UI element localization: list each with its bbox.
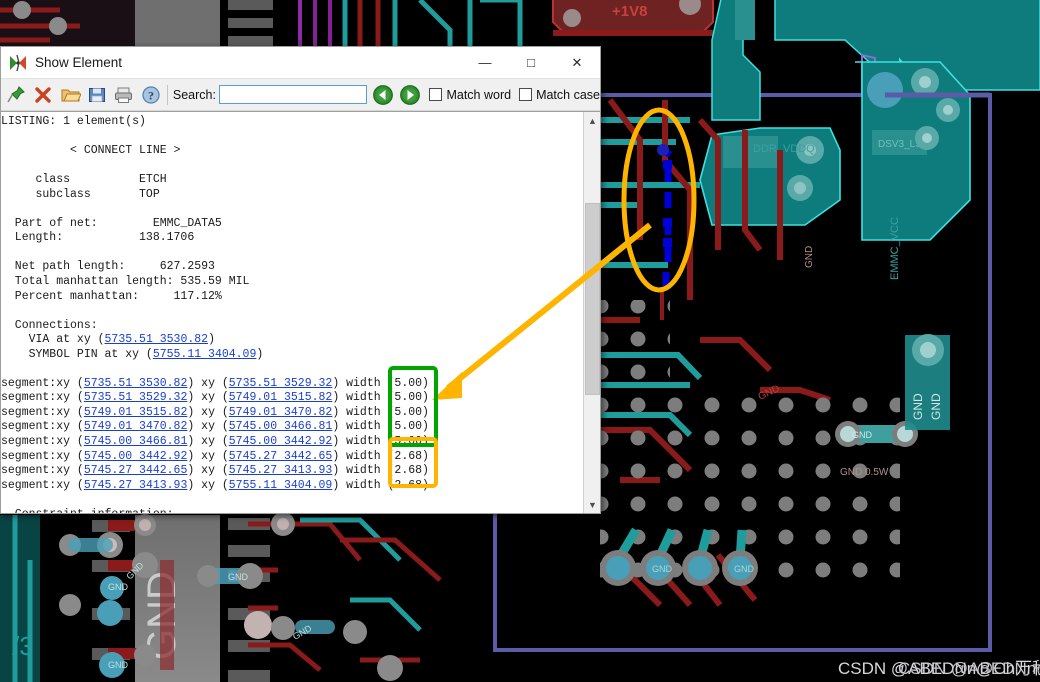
svg-text:GND 0.5W: GND 0.5W (840, 467, 889, 478)
next-match-button[interactable] (398, 82, 421, 108)
listing-line: segment:xy (5749.01 3515.82) xy (5749.01… (1, 405, 429, 419)
element-listing-text[interactable]: LISTING: 1 element(s) < CONNECT LINE > c… (1, 112, 583, 513)
listing-line: segment:xy (5735.51 3529.32) xy (5749.01… (1, 391, 429, 405)
print-icon[interactable] (110, 81, 137, 109)
scroll-up-arrow[interactable]: ▲ (584, 112, 600, 129)
dialog-content: LISTING: 1 element(s) < CONNECT LINE > c… (1, 111, 600, 513)
listing-blank-line (1, 493, 583, 508)
scroll-down-arrow[interactable]: ▼ (584, 496, 600, 513)
allegro-butterfly-icon (7, 52, 29, 74)
coordinate-link[interactable]: 5745.00 3442.92 (229, 435, 333, 448)
listing-line: Total manhattan length: 535.59 MIL (1, 275, 250, 289)
listing-line: VIA at xy (5735.51 3530.82) (1, 333, 215, 347)
search-input[interactable] (218, 85, 367, 104)
svg-text:+1V8: +1V8 (612, 3, 647, 20)
listing-line: LISTING: 1 element(s) (1, 115, 146, 128)
listing-line: Length: 138.1706 (1, 231, 195, 245)
coordinate-link[interactable]: 5745.00 3466.81 (229, 420, 333, 433)
search-label: Search: (172, 87, 216, 102)
listing-scrollbar[interactable]: ▲ ▼ (583, 112, 600, 513)
svg-text:GND: GND (108, 582, 129, 592)
match-word-label: Match word (446, 87, 512, 102)
listing-line: segment:xy (5745.00 3466.81) xy (5745.00… (1, 435, 429, 449)
coordinate-link[interactable]: 5749.01 3470.82 (229, 406, 333, 419)
coordinate-link[interactable]: 5745.00 3442.92 (84, 450, 188, 463)
coordinate-link[interactable]: 5755.11 3404.09 (229, 479, 333, 492)
svg-text:GND: GND (852, 430, 873, 440)
listing-line: segment:xy (5745.00 3442.92) xy (5745.27… (1, 449, 429, 463)
coordinate-link[interactable]: 5735.51 3530.82 (105, 333, 209, 346)
show-element-dialog[interactable]: Show Element — □ ✕ ? Search: Match word … (0, 46, 601, 514)
dialog-toolbar[interactable]: ? Search: Match word Match case (1, 79, 600, 111)
listing-line: subclass TOP (1, 187, 160, 201)
dialog-titlebar[interactable]: Show Element — □ ✕ (1, 47, 600, 79)
match-case-label: Match case (536, 87, 600, 102)
match-word-box[interactable] (429, 88, 443, 101)
dialog-title: Show Element (35, 55, 123, 70)
coordinate-link[interactable]: 5749.01 3470.82 (84, 420, 188, 433)
save-icon[interactable] (83, 81, 110, 109)
minimize-button[interactable]: — (462, 47, 508, 79)
pin-icon[interactable] (3, 81, 30, 109)
listing-line: Percent manhattan: 117.12% (1, 289, 222, 303)
open-folder-icon[interactable] (57, 81, 84, 109)
listing-line: Net path length: 627.2593 (1, 260, 215, 274)
listing-line: SYMBOL PIN at xy (5755.11 3404.09) (1, 347, 264, 361)
listing-line: Part of net: EMMC_DATA5 (1, 216, 222, 230)
watermark-text-overlay: CSDN @ABEDNn@Ch万程 (898, 659, 1040, 678)
listing-blank-line (1, 246, 583, 261)
close-button[interactable]: ✕ (554, 47, 600, 79)
svg-text:GND: GND (804, 246, 815, 268)
listing-line: segment:xy (5749.01 3470.82) xy (5745.00… (1, 420, 429, 434)
svg-text:GND: GND (228, 572, 249, 582)
svg-text:GND: GND (929, 393, 943, 420)
listing-line: class ETCH (1, 173, 167, 187)
listing-blank-line (1, 159, 583, 174)
coordinate-link[interactable]: 5745.27 3413.93 (84, 479, 188, 492)
listing-line: Connections: (1, 318, 98, 332)
listing-line: < CONNECT LINE > (1, 144, 181, 158)
listing-blank-line (1, 304, 583, 319)
listing-line: segment:xy (5735.51 3530.82) xy (5735.51… (1, 376, 429, 390)
delete-icon[interactable] (30, 81, 57, 109)
svg-text:GND: GND (734, 564, 755, 574)
svg-text:DDR_VDDQ: DDR_VDDQ (753, 143, 815, 155)
match-case-checkbox[interactable]: Match case (519, 88, 600, 102)
svg-text:GND: GND (108, 660, 129, 670)
coordinate-link[interactable]: 5745.00 3466.81 (84, 435, 188, 448)
coordinate-link[interactable]: 5745.27 3442.65 (229, 450, 333, 463)
listing-line: segment:xy (5745.27 3442.65) xy (5745.27… (1, 464, 429, 478)
toolbar-separator (166, 84, 168, 105)
coordinate-link[interactable]: 5745.27 3413.93 (229, 464, 333, 477)
coordinate-link[interactable]: 5745.27 3442.65 (84, 464, 188, 477)
svg-text:EMMC_VCC: EMMC_VCC (889, 217, 901, 280)
listing-blank-line (1, 362, 583, 377)
coordinate-link[interactable]: 5755.11 3404.09 (153, 348, 257, 361)
svg-text:GND: GND (652, 564, 673, 574)
listing-blank-line (1, 130, 583, 145)
maximize-button[interactable]: □ (508, 47, 554, 79)
coordinate-link[interactable]: 5749.01 3515.82 (84, 406, 188, 419)
svg-text:?: ? (148, 88, 154, 102)
help-icon[interactable]: ? (137, 81, 164, 109)
listing-blank-line (1, 202, 583, 217)
coordinate-link[interactable]: 5735.51 3529.32 (229, 377, 333, 390)
svg-text:GND: GND (911, 393, 925, 420)
scroll-thumb[interactable] (585, 202, 600, 395)
listing-line: Constraint information: (1, 508, 583, 513)
coordinate-link[interactable]: 5735.51 3529.32 (84, 391, 188, 404)
coordinate-link[interactable]: 5749.01 3515.82 (229, 391, 333, 404)
coordinate-link[interactable]: 5735.51 3530.82 (84, 377, 188, 390)
match-case-box[interactable] (519, 88, 533, 101)
listing-line: segment:xy (5745.27 3413.93) xy (5755.11… (1, 478, 429, 492)
match-word-checkbox[interactable]: Match word (429, 88, 511, 102)
previous-match-button[interactable] (371, 82, 394, 108)
